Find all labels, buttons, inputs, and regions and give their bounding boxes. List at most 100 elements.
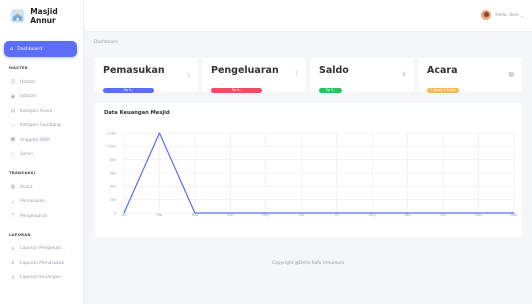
sidebar-item-acara[interactable]: ▦ Acara [0, 180, 83, 195]
users-icon: ☻ [10, 137, 16, 144]
card-badge: Rp 0,- [103, 88, 154, 93]
sidebar-item-label: Laporan Keuangan [20, 275, 62, 281]
upload-icon: ⤒ [11, 213, 15, 220]
sidebar-item-label: Anggota DKM [20, 137, 50, 143]
x-tick-label: Jan [120, 213, 126, 217]
calendar-icon: ▦ [10, 184, 16, 191]
x-tick-label: Apr [227, 213, 233, 217]
data-point [442, 212, 444, 214]
data-point [371, 212, 373, 214]
sidebar-item-label: Ustadz [20, 79, 36, 85]
sidebar-item-pemasukan[interactable]: ⤓ Pemasukan [0, 195, 83, 210]
sidebar-item-label: Kategori Acara [20, 108, 53, 114]
avatar [481, 10, 492, 20]
data-point [158, 132, 161, 134]
card-saldo: Saldo Rp 0,- $ [310, 58, 414, 93]
sidebar-item-kategori-acara[interactable]: ▤ Kategori Acara [0, 104, 83, 119]
x-tick-label: Mar [192, 213, 199, 217]
x-tick-label: Jul [334, 213, 339, 217]
data-point [513, 212, 515, 214]
y-tick-label: 40k [110, 185, 116, 189]
sidebar-item-laporan-keuangan[interactable]: $ Laporan Keuangan [0, 271, 83, 286]
download-icon: ⤓ [11, 198, 15, 205]
data-point [229, 212, 231, 214]
y-tick-label: 20k [110, 198, 116, 202]
section-master-title: MASTER [9, 65, 28, 70]
sidebar-item-jabatan[interactable]: ▣ Jabatan [0, 90, 83, 105]
chevron-down-icon: ⌄ [520, 12, 524, 18]
sidebar-item-kategori-sumbangan[interactable]: ▭ Kategori Sumbang... [0, 119, 83, 134]
user-name: Hello, dela [495, 12, 519, 18]
sidebar-item-laporan-pemasukan[interactable]: $ Laporan Pemasukan [0, 256, 83, 271]
sidebar-item-label: Dashboard [17, 46, 43, 52]
data-point [477, 212, 480, 214]
card-badge: Rp 0,- [319, 88, 342, 93]
card-title: Pemasukan [103, 65, 165, 76]
download-icon: ⤓ [187, 71, 190, 78]
sidebar-item-label: Acara [20, 184, 33, 190]
data-point [407, 212, 409, 214]
y-tick-label: 120k [108, 131, 116, 135]
topbar: Hello, dela ⌄ [84, 0, 532, 32]
card-title: Saldo [319, 65, 349, 76]
data-point [300, 212, 302, 214]
calendar-icon: ▦ [508, 71, 514, 78]
sidebar-item-ustadz[interactable]: ☺ Ustadz [0, 75, 83, 90]
card-pengeluaran: Pengeluaran Rp 0,- ⤒ [202, 58, 306, 93]
sidebar-item-anggota-dkm[interactable]: ☻ Anggota DKM [0, 133, 83, 148]
x-tick-label: Jun [298, 213, 304, 217]
sidebar-item-label: Laporan Pemasukan [20, 260, 65, 266]
data-point [336, 212, 338, 214]
card-badge: 0 Acara 1 Bulan [427, 88, 459, 93]
briefcase-icon: ▣ [10, 93, 16, 100]
dollar-icon: $ [11, 245, 15, 252]
dollar-icon: $ [402, 71, 406, 78]
upload-icon: ⤒ [295, 71, 298, 78]
x-tick-label: Dec [511, 213, 518, 217]
sidebar-item-label: Jabatan [20, 94, 37, 100]
breadcrumb: Dashboard [94, 40, 118, 45]
sidebar-item-dashboard[interactable]: ⌂ Dashboard [4, 41, 77, 57]
list-icon: ▤ [10, 108, 16, 115]
card-title: Pengeluaran [211, 65, 279, 76]
sidebar-item-label: Kategori Sumbang... [20, 123, 65, 129]
section-transaksi-title: TRANSAKSI [9, 170, 36, 175]
card-badge: Rp 0,- [211, 88, 262, 93]
card-acara: Acara 0 Acara 1 Bulan ▦ [418, 58, 522, 93]
brand[interactable]: Masjid Annur [0, 0, 83, 32]
chart-card: Data Keuangan Mesjid 0 20k 40k 60k 80k 100k 12… [94, 103, 522, 237]
brand-title: Masjid Annur [30, 7, 58, 25]
dollar-icon: $ [11, 274, 15, 281]
x-tick-label: Oct [440, 213, 447, 217]
x-tick-label: Nov [475, 213, 482, 217]
footer-copyright: Copyright @Della Sofa Irmumuni [271, 261, 345, 266]
x-tick-label: Feb [156, 213, 162, 217]
sidebar-item-label: Laporan Pengeluar... [20, 246, 66, 252]
finance-chart: 0 20k 40k 60k 80k 100k 120k Jan Feb Mar Apr May Jun J… [108, 131, 518, 217]
y-tick-label: 80k [110, 158, 116, 162]
sidebar: Masjid Annur ⌂ Dashboard MASTER ☺ Ustadz … [0, 0, 84, 304]
mosque-logo-icon [10, 9, 25, 23]
sidebar-item-label: Saran [20, 152, 33, 158]
dollar-icon: $ [11, 260, 15, 267]
card-pemasukan: Pemasukan Rp 0,- ⤓ [94, 58, 198, 93]
x-tick-label: Aug [369, 213, 376, 217]
dashboard-icon: ⌂ [10, 46, 14, 52]
sidebar-item-label: Pengeluaran [20, 213, 48, 219]
data-point [194, 212, 196, 214]
y-tick-label: 0 [114, 211, 116, 215]
user-icon: ☺ [10, 79, 16, 86]
stat-cards: Pemasukan Rp 0,- ⤓ Pengeluaran Rp 0,- ⤒ … [94, 58, 522, 93]
x-tick-label: May [262, 213, 269, 217]
sidebar-item-pengeluaran[interactable]: ⤒ Pengeluaran [0, 209, 83, 224]
card-icon: ▭ [10, 122, 16, 129]
sidebar-item-laporan-pengeluaran[interactable]: $ Laporan Pengeluar... [0, 242, 83, 257]
y-tick-label: 100k [108, 145, 116, 149]
data-point [123, 212, 125, 214]
sidebar-item-label: Pemasukan [20, 199, 46, 205]
y-tick-label: 60k [110, 171, 116, 175]
x-tick-label: Sep [404, 213, 410, 217]
user-menu[interactable]: Hello, dela ⌄ [481, 10, 524, 20]
sidebar-item-saran[interactable]: ▢ Saran [0, 148, 83, 163]
data-point [265, 212, 267, 214]
